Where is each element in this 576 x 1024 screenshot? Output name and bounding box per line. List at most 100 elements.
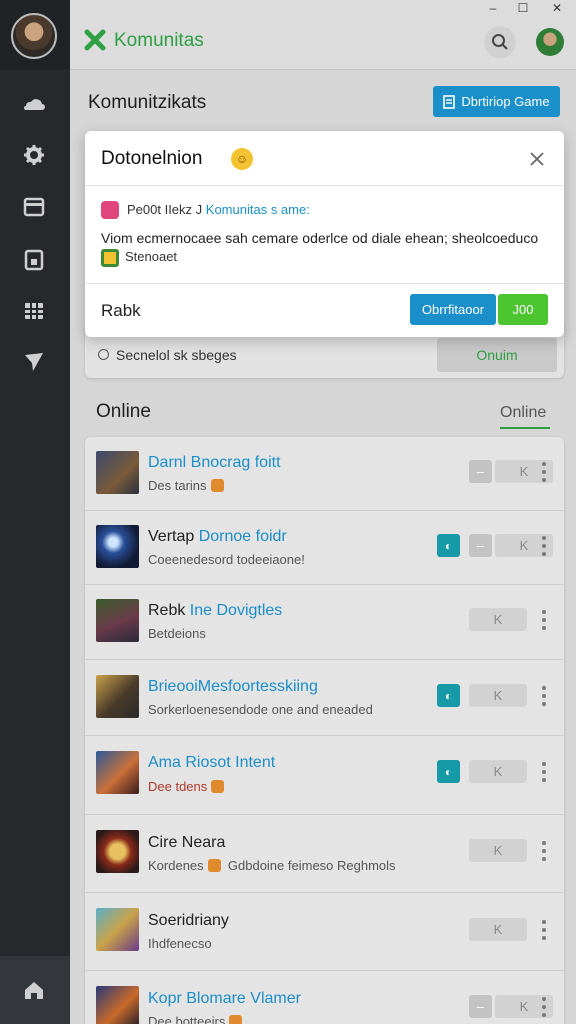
remove-button[interactable]: – (469, 460, 492, 483)
badge-label: Stenoaet (125, 249, 178, 264)
cloud-icon[interactable] (20, 90, 48, 118)
close-window-button[interactable]: ✕ (542, 0, 572, 16)
more-options-icon[interactable] (539, 536, 549, 556)
item-subtitle: Dee botteeirs (148, 1014, 243, 1024)
item-title: BrieooiMesfoortesskiing (148, 678, 318, 695)
item-title: Rebk Ine Dovigtles (148, 602, 283, 619)
user-avatar[interactable] (536, 28, 564, 56)
more-options-icon[interactable] (539, 762, 549, 782)
item-title: Vertap Dornoe foidr (148, 528, 287, 545)
modal-ok-button[interactable]: J00 (498, 294, 548, 325)
kick-button[interactable]: K (469, 608, 527, 631)
send-icon[interactable] (20, 348, 48, 376)
item-subtitle: Sorkerloenesendode one and eneaded (148, 702, 373, 717)
game-thumbnail (96, 525, 139, 568)
modal-footer-label: Rabk (101, 301, 141, 320)
list-item[interactable]: Kopr Blomare Vlamer Dee botteeirs – K (85, 971, 564, 1024)
radio-button[interactable] (98, 349, 109, 360)
header-action-button[interactable]: Dbrtiriop Game (433, 86, 560, 117)
game-thumbnail (96, 675, 139, 718)
sidebar-home[interactable] (0, 956, 70, 1024)
item-subtitle: Coeenedesord todeeiaone! (148, 552, 305, 567)
more-options-icon[interactable] (539, 462, 549, 482)
list-item[interactable]: BrieooiMesfoortesskiing Sorkerloenesendo… (85, 660, 564, 736)
item-title: Darnl Bnocrag foitt (148, 454, 281, 471)
options-card-button[interactable]: Onuim (437, 338, 557, 372)
coin-icon (211, 780, 225, 793)
game-thumbnail (96, 599, 139, 642)
sidebar (0, 0, 70, 1024)
list-item[interactable]: Vertap Dornoe foidr Coeenedesord todeeia… (85, 511, 564, 585)
game-thumbnail (96, 830, 139, 873)
smiley-icon: ☺ (231, 148, 253, 170)
message-sender: Pe00t IIekz J Komunitas s ame: (127, 202, 310, 217)
status-toggle[interactable]: ◐ (437, 760, 460, 783)
online-list: Darnl Bnocrag foitt Des tarins – K Verta… (85, 437, 564, 1024)
maximize-button[interactable]: ☐ (508, 0, 538, 16)
item-subtitle: Kordenes Gdbdoine feimeso Reghmols (148, 858, 396, 873)
coin-icon (207, 859, 221, 872)
top-bar: Komunitas – ☐ ✕ (70, 0, 576, 70)
modal-title: Dotonelnion (101, 148, 203, 169)
sender-name: Pe00t IIekz J (127, 202, 203, 217)
inventory-icon[interactable] (20, 246, 48, 274)
item-title: Ama Riosot Intent (148, 754, 276, 771)
status-toggle[interactable]: ◐ (437, 534, 460, 557)
search-button[interactable] (484, 26, 516, 58)
profile-avatar[interactable] (11, 13, 57, 59)
status-toggle[interactable]: ◐ (437, 684, 460, 707)
item-title: Soeridriany (148, 912, 229, 929)
calendar-grid-icon[interactable] (20, 297, 48, 325)
store-icon[interactable] (20, 193, 48, 221)
header-action-label: Dbrtiriop Game (461, 94, 550, 109)
kick-button[interactable]: K (469, 760, 527, 783)
item-title: Cire Neara (148, 834, 226, 851)
item-subtitle: Dee tdens (148, 779, 225, 794)
coin-icon (210, 479, 224, 492)
list-item[interactable]: Cire Neara Kordenes Gdbdoine feimeso Reg… (85, 815, 564, 893)
gear-icon[interactable] (20, 141, 48, 169)
sender-link[interactable]: Komunitas s ame: (206, 202, 310, 217)
game-thumbnail (96, 451, 139, 494)
item-subtitle: Betdeions (148, 626, 206, 641)
notification-modal: Dotonelnion ☺ Pe00t IIekz J Komunitas s … (85, 131, 564, 337)
kick-button[interactable]: K (469, 839, 527, 862)
more-options-icon[interactable] (539, 997, 549, 1017)
list-item[interactable]: Ama Riosot Intent Dee tdens ◐ K (85, 736, 564, 815)
item-subtitle: Des tarins (148, 478, 224, 493)
list-item[interactable]: Rebk Ine Dovigtles Betdeions K (85, 585, 564, 660)
modal-primary-button[interactable]: Obrrfitaoor (410, 294, 496, 325)
online-section-title: Online (96, 401, 151, 422)
remove-button[interactable]: – (469, 534, 492, 557)
game-thumbnail (96, 908, 139, 951)
more-options-icon[interactable] (539, 686, 549, 706)
message-app-icon (101, 201, 119, 219)
radio-label: Secnelol sk sbeges (116, 347, 237, 363)
more-options-icon[interactable] (539, 920, 549, 940)
minimize-button[interactable]: – (478, 0, 508, 16)
brand-logo-icon (84, 29, 106, 51)
brand-name: Komunitas (114, 30, 204, 51)
search-icon (492, 34, 508, 50)
list-item[interactable]: Darnl Bnocrag foitt Des tarins – K (85, 437, 564, 511)
coin-icon (229, 1015, 243, 1024)
kick-button[interactable]: K (469, 918, 527, 941)
tab-online[interactable]: Online (500, 404, 546, 422)
list-item[interactable]: Soeridriany Ihdfenecso K (85, 893, 564, 971)
game-thumbnail (96, 751, 139, 794)
home-icon[interactable] (20, 976, 48, 1004)
sidebar-profile[interactable] (0, 0, 70, 70)
divider (85, 185, 564, 186)
more-options-icon[interactable] (539, 841, 549, 861)
more-options-icon[interactable] (539, 610, 549, 630)
remove-button[interactable]: – (469, 995, 492, 1018)
tab-underline (500, 427, 550, 429)
kick-button[interactable]: K (469, 684, 527, 707)
close-icon[interactable] (526, 148, 548, 170)
message-body: Viom ecmernocaee sah cemare oderlce od d… (101, 230, 539, 246)
item-subtitle: Ihdfenecso (148, 936, 212, 951)
item-title: Kopr Blomare Vlamer (148, 990, 301, 1007)
badge-icon (101, 249, 119, 267)
divider (85, 283, 564, 284)
page-title: Komunitzikats (88, 92, 207, 113)
